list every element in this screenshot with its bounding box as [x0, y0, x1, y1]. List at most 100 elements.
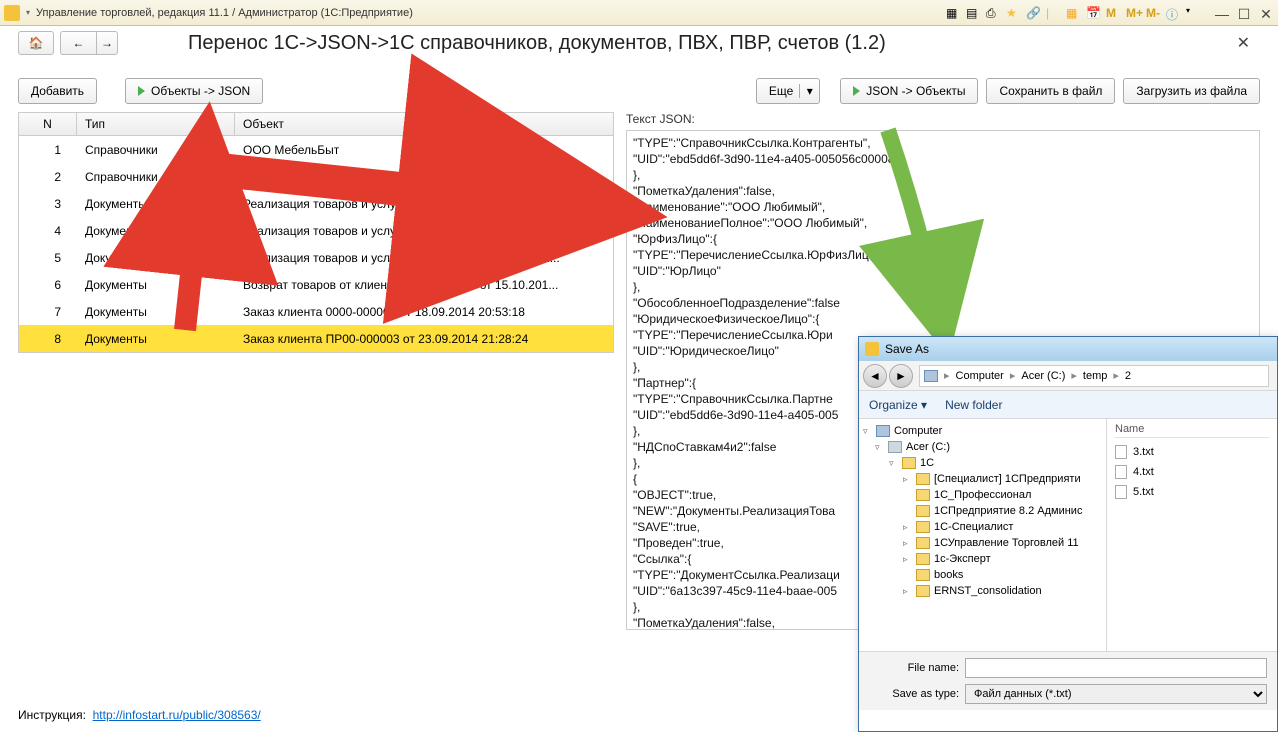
table-body: 1СправочникиООО МебельБыт2СправочникиООО… [18, 136, 614, 353]
tree-expander-icon[interactable] [903, 490, 912, 500]
tree-expander-icon[interactable] [903, 506, 912, 516]
table-row[interactable]: 8ДокументыЗаказ клиента ПР00-000003 от 2… [19, 325, 613, 352]
tree-expander-icon[interactable]: ▿ [875, 442, 884, 453]
tree-expander-icon[interactable]: ▿ [889, 458, 898, 469]
app-menu-dropdown-icon[interactable]: ▾ [26, 8, 30, 17]
footer-link[interactable]: http://infostart.ru/public/308563/ [93, 708, 261, 722]
tree-item[interactable]: ▹ERNST_consolidation [863, 583, 1102, 599]
window-title: Управление торговлей, редакция 11.1 / Ад… [36, 7, 413, 19]
tree-item[interactable]: ▿Acer (C:) [863, 439, 1102, 455]
file-item[interactable]: 3.txt [1115, 442, 1269, 462]
tree-item[interactable]: 1С_Профессионал [863, 487, 1102, 503]
tree-expander-icon[interactable]: ▿ [863, 426, 872, 437]
breadcrumb[interactable]: ▸ Computer ▸ Acer (C:) ▸ temp ▸ 2 [919, 365, 1269, 387]
tree-item[interactable]: ▿ Computer [863, 423, 1102, 439]
tree-item[interactable]: ▹1с-Эксперт [863, 551, 1102, 567]
toolbar: Добавить Объекты -> JSON Еще ▾ JSON -> О… [0, 56, 1278, 112]
cell-n: 3 [19, 197, 77, 211]
file-list-header[interactable]: Name [1115, 423, 1269, 438]
tree-expander-icon[interactable]: ▹ [903, 554, 912, 565]
bc-temp[interactable]: temp [1079, 370, 1111, 382]
tree-label: 1С-Специалист [934, 521, 1013, 533]
table-row[interactable]: 4ДокументыРеализация товаров и услуг ПР0… [19, 217, 613, 244]
footer: Инструкция: http://infostart.ru/public/3… [18, 708, 261, 722]
calculator-icon[interactable]: ▦ [1066, 6, 1080, 20]
objects-to-json-button[interactable]: Объекты -> JSON [125, 78, 263, 104]
table-row[interactable]: 5ДокументыРеализация товаров и услуг ПР0… [19, 244, 613, 271]
file-name-input[interactable] [965, 658, 1267, 678]
tree-item[interactable]: 1СПредприятие 8.2 Админис [863, 503, 1102, 519]
folder-icon [916, 537, 930, 549]
table-row[interactable]: 1СправочникиООО МебельБыт [19, 136, 613, 163]
more-button[interactable]: Еще ▾ [756, 78, 820, 104]
bc-computer[interactable]: Computer [952, 370, 1008, 382]
chevron-down-icon: ▾ [921, 398, 927, 412]
link-icon[interactable]: 🔗 [1026, 6, 1040, 20]
save-to-file-button[interactable]: Сохранить в файл [986, 78, 1115, 104]
file-item[interactable]: 4.txt [1115, 462, 1269, 482]
mem-mminus[interactable]: M- [1146, 6, 1160, 20]
folder-icon [916, 489, 930, 501]
tree-expander-icon[interactable]: ▹ [903, 522, 912, 533]
star-icon[interactable]: ★ [1006, 6, 1020, 20]
folder-icon [902, 457, 916, 469]
play-icon [138, 86, 145, 96]
tree-expander-icon[interactable]: ▹ [903, 474, 912, 485]
tree-expander-icon[interactable]: ▹ [903, 586, 912, 597]
page-close-button[interactable]: ✕ [1237, 33, 1250, 53]
tree-item[interactable]: ▹ 1С-Специалист [863, 519, 1102, 535]
cell-n: 7 [19, 305, 77, 319]
toolbar-icon-3[interactable]: ⎙ [986, 6, 1000, 20]
tree-item[interactable]: books [863, 567, 1102, 583]
mem-mplus[interactable]: M+ [1126, 6, 1140, 20]
table-row[interactable]: 3ДокументыРеализация товаров и услуг ПР0… [19, 190, 613, 217]
computer-icon [876, 425, 890, 437]
cell-obj: Возврат товаров от клиента ПР00-000001 о… [235, 278, 613, 292]
info-icon[interactable]: ⓘ [1166, 6, 1180, 20]
tree-item[interactable]: ▿1C [863, 455, 1102, 471]
folder-tree[interactable]: ▿ Computer ▿Acer (C:)▿1C▹[Специалист] 1СПр… [859, 419, 1107, 651]
table-row[interactable]: 7ДокументыЗаказ клиента 0000-000001 от 1… [19, 298, 613, 325]
file-item[interactable]: 5.txt [1115, 482, 1269, 502]
cell-n: 2 [19, 170, 77, 184]
col-header-obj[interactable]: Объект [235, 113, 613, 135]
file-name: 3.txt [1133, 446, 1154, 458]
col-header-type[interactable]: Тип [77, 113, 235, 135]
load-from-file-button[interactable]: Загрузить из файла [1123, 78, 1260, 104]
maximize-button[interactable]: ☐ [1236, 6, 1252, 20]
organize-menu[interactable]: Organize ▾ [869, 398, 927, 412]
tree-expander-icon[interactable] [903, 570, 912, 580]
cell-type: Документы [77, 251, 235, 265]
mem-m[interactable]: M [1106, 6, 1120, 20]
table-row[interactable]: 2СправочникиООО Любимый [19, 163, 613, 190]
json-label: Текст JSON: [626, 112, 1260, 126]
tree-expander-icon[interactable]: ▹ [903, 538, 912, 549]
cell-n: 1 [19, 143, 77, 157]
save-type-select[interactable]: Файл данных (*.txt) [965, 684, 1267, 704]
file-name: 4.txt [1133, 466, 1154, 478]
table-row[interactable]: 6ДокументыВозврат товаров от клиента ПР0… [19, 271, 613, 298]
page-title: Перенос 1C->JSON->1C справочников, докум… [188, 32, 886, 55]
toolbar-icon-1[interactable]: ▦ [946, 6, 960, 20]
tree-item[interactable]: ▹[Специалист] 1СПредприяти [863, 471, 1102, 487]
info-dropdown-icon[interactable]: ▾ [1186, 6, 1200, 20]
dialog-forward-button[interactable]: ► [889, 364, 913, 388]
json-to-objects-label: JSON -> Объекты [866, 84, 965, 98]
home-button[interactable]: 🏠 [18, 31, 54, 55]
dialog-back-button[interactable]: ◄ [863, 364, 887, 388]
new-folder-button[interactable]: New folder [945, 398, 1002, 412]
add-label: Добавить [31, 84, 84, 98]
tree-item[interactable]: ▹1СУправление Торговлей 11 [863, 535, 1102, 551]
bc-drive[interactable]: Acer (C:) [1017, 370, 1069, 382]
tree-label: Computer [894, 425, 942, 437]
forward-button[interactable]: → [96, 31, 118, 55]
json-to-objects-button[interactable]: JSON -> Объекты [840, 78, 978, 104]
calendar-icon[interactable]: 📅 [1086, 6, 1100, 20]
col-header-n[interactable]: N [19, 113, 77, 135]
back-button[interactable]: ← [60, 31, 96, 55]
close-button[interactable]: ✕ [1258, 6, 1274, 20]
minimize-button[interactable]: — [1214, 6, 1230, 20]
bc-2[interactable]: 2 [1121, 370, 1135, 382]
toolbar-icon-2[interactable]: ▤ [966, 6, 980, 20]
add-button[interactable]: Добавить [18, 78, 97, 104]
